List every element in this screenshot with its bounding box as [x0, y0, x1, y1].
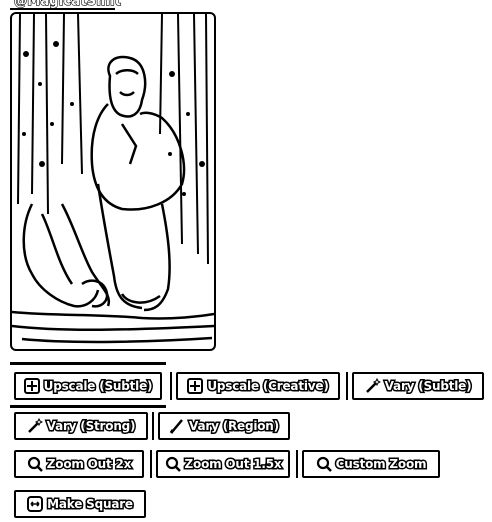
prompt-divider-bottom — [10, 405, 166, 408]
vary-strong-label: Vary (Strong) — [45, 418, 137, 435]
brush-icon — [169, 419, 184, 434]
button-separator — [150, 450, 152, 478]
upscale-subtle-button[interactable]: Upscale (Subtle) — [14, 372, 162, 400]
zoom-out-2x-label: Zoom Out 2x — [45, 456, 133, 473]
make-square-label: Make Square — [46, 496, 135, 513]
make-square-button[interactable]: Make Square — [14, 490, 146, 518]
upscale-creative-label: Upscale (Creative) — [206, 378, 330, 395]
magnifier-icon — [27, 456, 43, 472]
header-underline — [10, 8, 115, 10]
button-separator — [152, 412, 154, 440]
upscale-creative-button[interactable]: Upscale (Creative) — [176, 372, 340, 400]
upscale-grid-icon — [23, 378, 40, 394]
vary-subtle-button[interactable]: Vary (Subtle) — [352, 372, 484, 400]
magic-wand-icon — [27, 418, 43, 433]
square-arrows-icon — [27, 496, 44, 512]
button-separator — [170, 372, 172, 400]
upscale-grid-icon — [187, 378, 204, 394]
vary-subtle-label: Vary (Subtle) — [383, 378, 473, 395]
vary-region-button[interactable]: Vary (Region) — [158, 412, 290, 440]
vary-region-label: Vary (Region) — [188, 418, 281, 435]
zoom-out-2x-button[interactable]: Zoom Out 2x — [14, 450, 144, 478]
magnifier-icon — [316, 456, 332, 472]
button-separator — [346, 372, 348, 400]
vary-strong-button[interactable]: Vary (Strong) — [14, 412, 148, 440]
prompt-divider-top — [10, 362, 166, 365]
custom-zoom-button[interactable]: Custom Zoom — [302, 450, 440, 478]
magnifier-icon — [165, 456, 181, 472]
upscale-subtle-label: Upscale (Subtle) — [42, 378, 154, 395]
custom-zoom-label: Custom Zoom — [334, 456, 428, 473]
zoom-out-1-5x-label: Zoom Out 1.5x — [183, 456, 283, 473]
button-separator — [296, 450, 298, 478]
zoom-out-1-5x-button[interactable]: Zoom Out 1.5x — [156, 450, 290, 478]
magic-wand-icon — [365, 378, 381, 393]
generated-image[interactable] — [10, 12, 216, 351]
